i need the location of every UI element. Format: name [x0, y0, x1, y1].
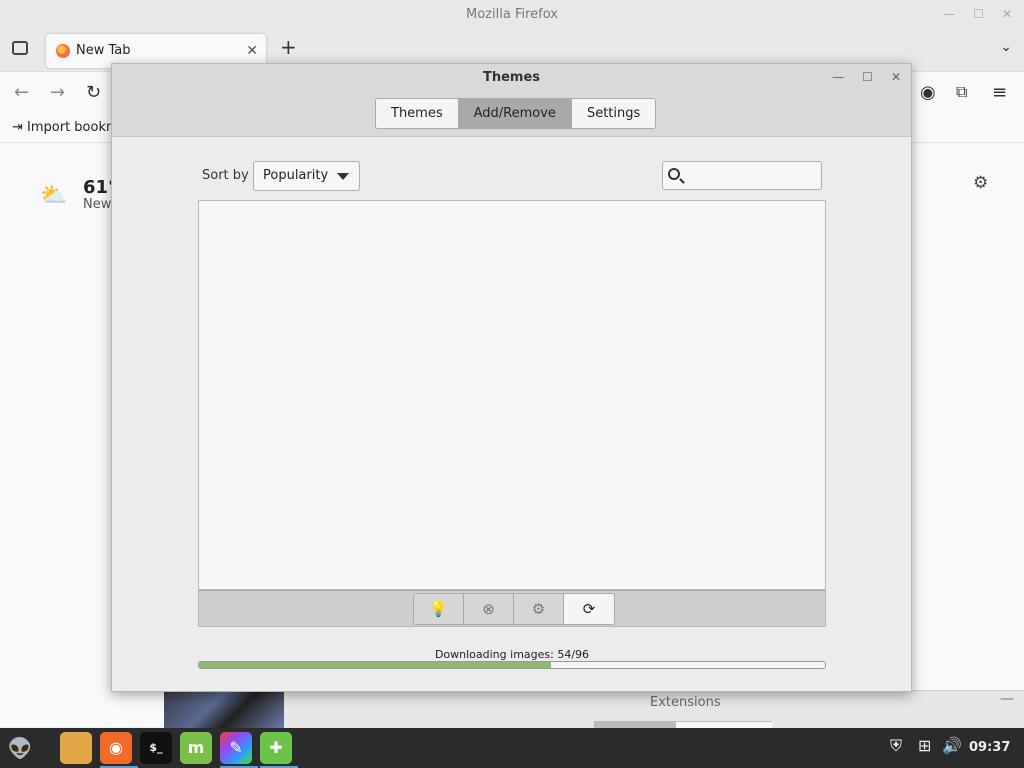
firefox-favicon-icon: [56, 44, 70, 58]
mint-update-icon[interactable]: m: [180, 732, 212, 764]
network-icon[interactable]: ⊞: [918, 736, 931, 755]
dialog-title: Themes: [482, 70, 541, 85]
menu-hamburger-icon[interactable]: ≡: [992, 82, 1007, 103]
background-thumbnail: [164, 690, 284, 728]
back-arrow-icon[interactable]: ←: [14, 82, 29, 103]
weather-cloud-sun-icon: ⛅: [40, 183, 68, 208]
search-icon: [668, 168, 680, 180]
sort-by-dropdown[interactable]: Popularity: [253, 161, 360, 191]
download-progress-bar: [198, 661, 826, 669]
account-icon[interactable]: ◉: [920, 82, 936, 103]
dialog-header: Themes — ☐ ✕ Themes Add/Remove Settings: [112, 64, 911, 137]
import-bookmarks-link[interactable]: ⇥ Import bookm: [12, 120, 119, 135]
dialog-minimize-icon[interactable]: —: [832, 70, 844, 84]
search-input[interactable]: [687, 162, 817, 189]
menu-alien-icon[interactable]: 👽: [4, 732, 36, 764]
clock[interactable]: 09:37: [969, 740, 1010, 755]
firefox-app-icon[interactable]: ◉: [100, 732, 138, 768]
tab-settings[interactable]: Settings: [571, 99, 656, 128]
terminal-icon[interactable]: $_: [140, 732, 172, 764]
search-field[interactable]: [662, 161, 822, 190]
dialog-maximize-icon[interactable]: ☐: [862, 70, 873, 84]
newtab-settings-gear-icon[interactable]: ⚙: [973, 173, 988, 193]
import-bookmarks-label: Import bookm: [27, 120, 119, 135]
extensions-puzzle-icon[interactable]: ⧉: [956, 82, 967, 102]
dropdown-arrow-icon: [337, 173, 349, 180]
list-toolbar: 💡 ⊗ ⚙ ⟳: [198, 590, 826, 627]
refresh-icon[interactable]: ⟳: [564, 594, 614, 624]
minimize-icon[interactable]: —: [943, 0, 955, 29]
weather-location: New: [83, 197, 112, 212]
volume-icon[interactable]: 🔊: [942, 736, 962, 755]
extensions-app-icon[interactable]: ✚: [260, 732, 298, 768]
sidebar-toggle-icon[interactable]: [12, 41, 28, 55]
extensions-minimize-icon[interactable]: —: [1000, 691, 1014, 707]
extensions-window: Extensions —: [284, 690, 1024, 729]
tab-add-remove[interactable]: Add/Remove: [458, 99, 572, 128]
dialog-tabs: Themes Add/Remove Settings: [375, 98, 657, 129]
progress-fill: [199, 662, 552, 668]
configure-gear-icon[interactable]: ⚙: [514, 594, 564, 624]
remove-x-circle-icon[interactable]: ⊗: [464, 594, 514, 624]
shield-icon[interactable]: ⛨: [890, 736, 902, 756]
info-lightbulb-icon[interactable]: 💡: [414, 594, 464, 624]
list-toolbar-buttons: 💡 ⊗ ⚙ ⟳: [413, 593, 615, 625]
extensions-window-title: Extensions: [650, 695, 721, 710]
taskbar: 👽 ◉ $_ m ✎ ✚ ⛨ ⊞ 🔊 09:37: [0, 728, 1024, 768]
reload-icon[interactable]: ↻: [86, 82, 101, 103]
progress-label: Downloading images: 54/96: [434, 648, 590, 661]
dialog-close-icon[interactable]: ✕: [891, 70, 901, 84]
firefox-titlebar: Mozilla Firefox — ☐ ✕: [0, 0, 1024, 29]
list-all-tabs-chevron-icon[interactable]: ⌄: [1000, 39, 1012, 55]
sort-by-value: Popularity: [263, 168, 329, 183]
new-tab-plus-icon[interactable]: +: [280, 35, 297, 59]
close-icon[interactable]: ✕: [1002, 0, 1012, 29]
themes-dialog: Themes — ☐ ✕ Themes Add/Remove Settings …: [111, 63, 912, 692]
themes-list[interactable]: [198, 200, 826, 590]
firefox-window-title: Mozilla Firefox: [466, 7, 558, 22]
tab-themes[interactable]: Themes: [376, 99, 459, 128]
maximize-icon[interactable]: ☐: [973, 0, 984, 29]
sort-by-label: Sort by: [202, 168, 249, 183]
forward-arrow-icon[interactable]: →: [50, 82, 65, 103]
themes-app-icon[interactable]: ✎: [220, 732, 258, 768]
files-folder-icon[interactable]: [60, 732, 92, 764]
